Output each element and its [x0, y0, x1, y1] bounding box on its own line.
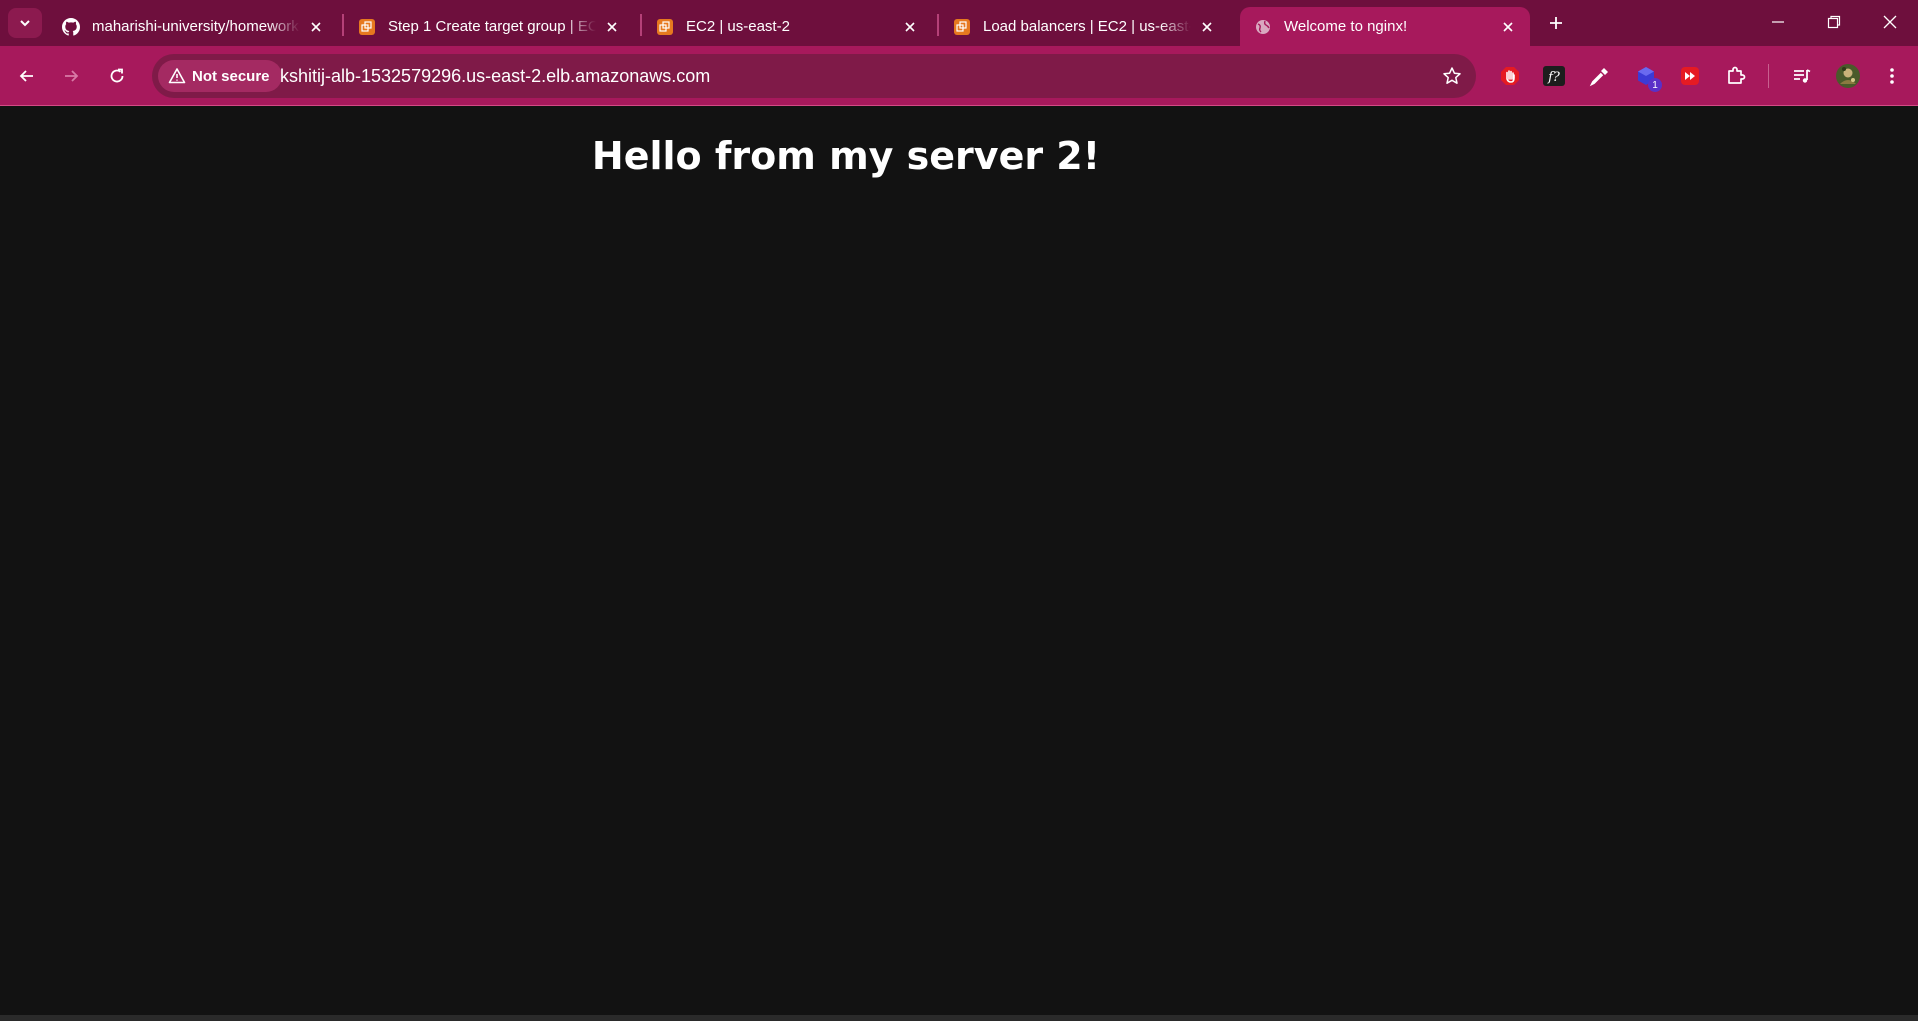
- tab-title: Welcome to nginx!: [1284, 18, 1408, 35]
- extension-hand-stop[interactable]: [1494, 60, 1526, 92]
- tab-load-balancers[interactable]: Load balancers | EC2 | us-east-2: [939, 7, 1229, 46]
- profile-button[interactable]: [1832, 60, 1864, 92]
- url-text[interactable]: kshitij-alb-1532579296.us-east-2.elb.ama…: [280, 54, 710, 98]
- address-bar[interactable]: Not secure kshitij-alb-1532579296.us-eas…: [152, 54, 1476, 98]
- minimize-icon: [1772, 21, 1784, 23]
- aws-ec2-icon: [953, 18, 971, 36]
- close-icon[interactable]: [602, 17, 622, 37]
- browser-toolbar: Not secure kshitij-alb-1532579296.us-eas…: [0, 46, 1918, 106]
- tab-strip: maharishi-university/homework Step 1 Cre…: [0, 0, 1918, 46]
- page-content: Hello from my server 2!: [0, 106, 1918, 1015]
- extension-cube[interactable]: 1: [1630, 60, 1662, 92]
- plus-icon: [1550, 17, 1562, 29]
- puzzle-icon: [1728, 66, 1746, 84]
- close-window-button[interactable]: [1862, 0, 1918, 44]
- reload-button[interactable]: [99, 58, 135, 94]
- star-icon: [1443, 67, 1461, 84]
- forward-button[interactable]: [53, 58, 89, 94]
- tab-title: Load balancers | EC2 | us-east-2: [983, 18, 1191, 35]
- extension-badge: 1: [1648, 78, 1662, 92]
- close-icon[interactable]: [900, 17, 920, 37]
- tab-search-button[interactable]: [8, 8, 42, 38]
- tab-github-homework[interactable]: maharishi-university/homework: [48, 7, 338, 46]
- extension-font-identifier[interactable]: f?: [1538, 60, 1570, 92]
- restore-icon: [1827, 15, 1841, 29]
- reading-list-button[interactable]: [1786, 60, 1818, 92]
- chevron-down-icon: [20, 20, 30, 27]
- arrow-left-icon: [19, 70, 33, 82]
- tab-welcome-nginx[interactable]: Welcome to nginx!: [1240, 7, 1530, 46]
- page-heading: Hello from my server 2!: [591, 134, 1101, 178]
- close-icon[interactable]: [1197, 17, 1217, 37]
- security-chip[interactable]: Not secure: [158, 60, 282, 92]
- close-icon[interactable]: [1498, 17, 1518, 37]
- eyedropper-icon: [1589, 68, 1608, 87]
- toolbar-separator: [1768, 64, 1769, 88]
- extension-eyedropper[interactable]: [1584, 60, 1616, 92]
- menu-button[interactable]: [1876, 60, 1908, 92]
- globe-icon: [1254, 18, 1272, 36]
- tab-ec2-us-east-2[interactable]: EC2 | us-east-2: [642, 7, 932, 46]
- profile-avatar: [1836, 64, 1860, 88]
- minimize-button[interactable]: [1750, 0, 1806, 44]
- security-label: Not secure: [192, 67, 270, 85]
- tab-title: EC2 | us-east-2: [686, 18, 790, 35]
- tab-title: Step 1 Create target group | EC2: [388, 18, 596, 35]
- bookmark-star-button[interactable]: [1440, 64, 1464, 88]
- more-vertical-icon: [1890, 68, 1894, 84]
- close-icon: [1883, 15, 1897, 29]
- extension-fast-forward[interactable]: [1674, 60, 1706, 92]
- window-bottom-edge: [0, 1015, 1918, 1021]
- github-icon: [62, 17, 80, 36]
- svg-text:f?: f?: [1547, 70, 1561, 85]
- aws-ec2-icon: [358, 18, 376, 36]
- warning-icon: [168, 68, 186, 84]
- tab-title: maharishi-university/homework: [92, 18, 299, 35]
- back-button[interactable]: [9, 58, 45, 94]
- aws-ec2-icon: [656, 18, 674, 36]
- extensions-button[interactable]: [1720, 60, 1752, 92]
- arrow-right-icon: [65, 70, 79, 82]
- tab-create-target-group[interactable]: Step 1 Create target group | EC2: [344, 7, 634, 46]
- restore-button[interactable]: [1806, 0, 1862, 44]
- reading-list-icon: [1794, 69, 1811, 83]
- hand-stop-icon: [1501, 67, 1519, 85]
- close-icon[interactable]: [306, 17, 326, 37]
- new-tab-button[interactable]: [1540, 8, 1572, 38]
- font-identifier-icon: f?: [1543, 66, 1565, 86]
- fast-forward-icon: [1681, 67, 1699, 85]
- reload-icon: [110, 68, 124, 83]
